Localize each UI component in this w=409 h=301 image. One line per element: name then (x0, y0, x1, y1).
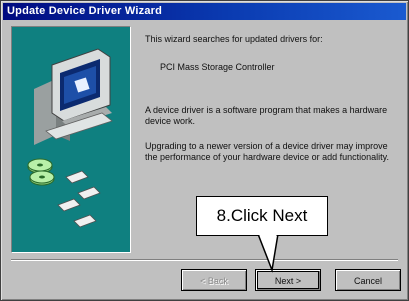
wizard-window: Update Device Driver Wizard This wizard … (0, 0, 409, 301)
definition-text: A device driver is a software program th… (145, 105, 388, 126)
instruction-callout: 8.Click Next (196, 196, 328, 236)
computer-icon (27, 48, 113, 228)
disk-icon (27, 158, 101, 228)
cancel-button[interactable]: Cancel (335, 269, 401, 291)
upgrade-text: Upgrading to a newer version of a device… (145, 141, 389, 162)
device-name: PCI Mass Storage Controller (160, 62, 275, 72)
window-title: Update Device Driver Wizard (3, 3, 406, 20)
wizard-illustration (11, 26, 131, 253)
next-button[interactable]: Next > (255, 269, 321, 291)
intro-text: This wizard searches for updated drivers… (145, 34, 323, 44)
separator (11, 259, 398, 261)
back-button[interactable]: < Back (181, 269, 247, 291)
